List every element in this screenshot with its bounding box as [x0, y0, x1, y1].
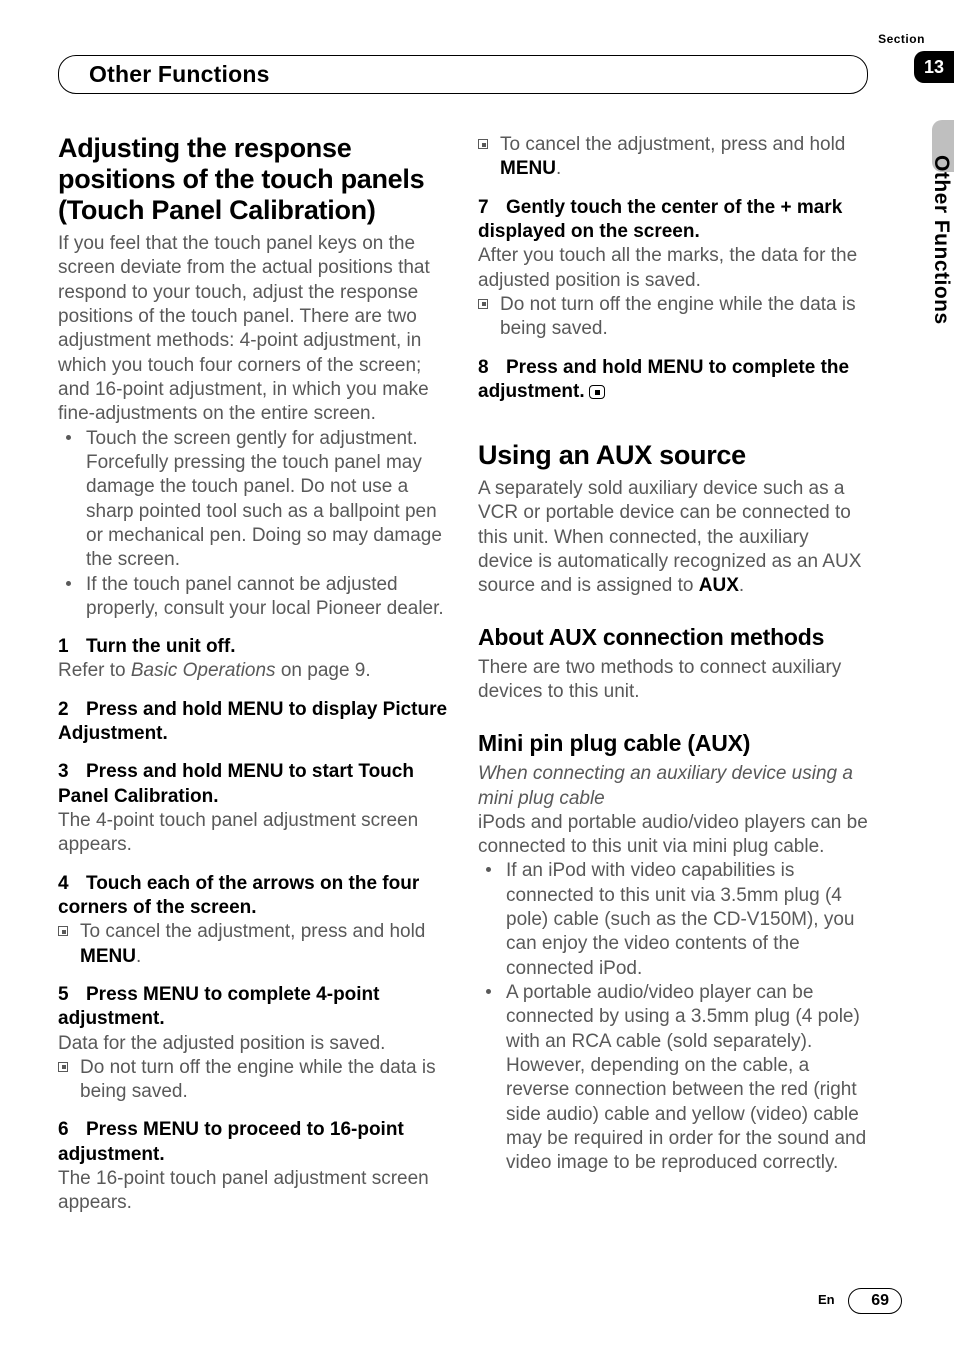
- step-number: 6: [58, 1118, 86, 1142]
- step-number: 3: [58, 760, 86, 784]
- step-body: The 16-point touch panel adjustment scre…: [58, 1167, 448, 1216]
- section-label: Section: [849, 32, 954, 47]
- step-title: Press MENU to proceed to 16-point adjust…: [58, 1119, 404, 1164]
- list-item: If the touch panel cannot be adjusted pr…: [58, 573, 448, 622]
- bullet-square-icon: [478, 139, 488, 149]
- end-of-section-icon: [589, 385, 605, 399]
- step-title: Gently touch the center of the + mark di…: [478, 197, 842, 242]
- heading-about-aux: About AUX connection methods: [478, 623, 868, 652]
- section-number-badge: 13: [914, 51, 954, 83]
- heading-calibration: Adjusting the response positions of the …: [58, 133, 448, 226]
- step-title: Turn the unit off.: [86, 636, 236, 657]
- step-number: 2: [58, 698, 86, 722]
- step-title: Touch each of the arrows on the four cor…: [58, 873, 419, 918]
- step-number: 4: [58, 872, 86, 896]
- language-code: En: [818, 1292, 835, 1307]
- heading-aux: Using an AUX source: [478, 440, 868, 471]
- step-body: After you touch all the marks, the data …: [478, 244, 868, 293]
- bullet-square-icon: [478, 299, 488, 309]
- chapter-title: Other Functions: [58, 55, 868, 94]
- step-body: Refer to Basic Operations on page 9.: [58, 659, 448, 683]
- heading-mini-pin: Mini pin plug cable (AUX): [478, 729, 868, 758]
- step-note: To cancel the adjustment, press and hold…: [478, 133, 868, 182]
- step-note: Do not turn off the engine while the dat…: [58, 1056, 448, 1105]
- side-tab-label: Other Functions: [912, 149, 954, 379]
- step-title: Press MENU to complete 4-point adjustmen…: [58, 984, 380, 1029]
- step-title: Press and hold MENU to start Touch Panel…: [58, 761, 414, 806]
- mini-body: iPods and portable audio/video players c…: [478, 811, 868, 860]
- mini-subtitle: When connecting an auxiliary device usin…: [478, 762, 868, 811]
- step-note: Do not turn off the engine while the dat…: [478, 293, 868, 342]
- bullet-square-icon: [58, 926, 68, 936]
- step-number: 8: [478, 356, 506, 380]
- step-body: Data for the adjusted position is saved.: [58, 1032, 448, 1056]
- bullet-square-icon: [58, 1062, 68, 1072]
- calibration-intro: If you feel that the touch panel keys on…: [58, 232, 448, 427]
- step-title: Press and hold MENU to display Picture A…: [58, 699, 447, 744]
- aux-intro: A separately sold auxiliary device such …: [478, 477, 868, 599]
- step-number: 1: [58, 635, 86, 659]
- step-number: 5: [58, 983, 86, 1007]
- about-body: There are two methods to connect auxilia…: [478, 656, 868, 705]
- list-item: A portable audio/video player can be con…: [478, 981, 868, 1176]
- step-title: Press and hold MENU to complete the adju…: [478, 357, 849, 402]
- page-footer: En 69: [818, 1288, 902, 1314]
- step-number: 7: [478, 196, 506, 220]
- page-number-badge: 69: [848, 1288, 902, 1314]
- step-note: To cancel the adjustment, press and hold…: [58, 920, 448, 969]
- list-item: If an iPod with video capabilities is co…: [478, 859, 868, 981]
- step-body: The 4-point touch panel adjustment scree…: [58, 809, 448, 858]
- list-item: Touch the screen gently for adjustment. …: [58, 427, 448, 573]
